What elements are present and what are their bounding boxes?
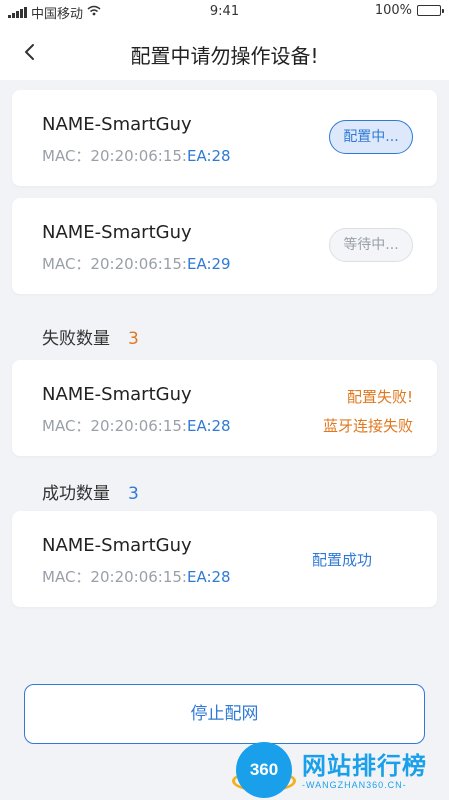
success-section-header: 成功数量 3 bbox=[42, 479, 139, 504]
watermark-logo: 360 bbox=[236, 742, 292, 798]
device-mac: MAC：20:20:06:15:EA:28 bbox=[42, 415, 231, 436]
device-mac: MAC：20:20:06:15:EA:29 bbox=[42, 253, 231, 274]
device-card-failed: NAME-SmartGuy MAC：20:20:06:15:EA:28 配置失败… bbox=[12, 360, 437, 456]
device-card-configuring: NAME-SmartGuy MAC：20:20:06:15:EA:28 配置中.… bbox=[12, 90, 437, 186]
device-name: NAME-SmartGuy bbox=[42, 535, 192, 556]
mac-prefix: 20:20:06:15: bbox=[90, 417, 187, 435]
watermark-subtitle: -WANGZHAN360.CN- bbox=[302, 780, 407, 790]
status-badge-configuring: 配置中... bbox=[329, 120, 413, 154]
device-mac: MAC：20:20:06:15:EA:28 bbox=[42, 145, 231, 166]
device-name: NAME-SmartGuy bbox=[42, 114, 192, 135]
device-mac: MAC：20:20:06:15:EA:28 bbox=[42, 566, 231, 587]
mac-label: MAC： bbox=[42, 147, 91, 165]
failed-label: 失败数量 bbox=[42, 329, 110, 349]
failed-section-header: 失败数量 3 bbox=[42, 324, 139, 349]
success-count: 3 bbox=[128, 484, 139, 504]
status-bar: 中国移动 9:41 100% bbox=[0, 0, 449, 24]
fail-status: 配置失败! bbox=[346, 388, 413, 406]
mac-suffix: EA:28 bbox=[186, 568, 231, 586]
mac-label: MAC： bbox=[42, 568, 91, 586]
mac-suffix: EA:28 bbox=[186, 147, 231, 165]
mac-suffix: EA:28 bbox=[186, 417, 231, 435]
mac-prefix: 20:20:06:15: bbox=[90, 255, 187, 273]
device-card-waiting: NAME-SmartGuy MAC：20:20:06:15:EA:29 等待中.… bbox=[12, 198, 437, 294]
stop-network-config-button[interactable]: 停止配网 bbox=[24, 684, 425, 744]
watermark: 360 网站排行榜 -WANGZHAN360.CN- bbox=[232, 740, 449, 800]
success-label: 成功数量 bbox=[42, 484, 110, 504]
status-right: 100% bbox=[374, 3, 444, 18]
status-badge-waiting: 等待中... bbox=[329, 228, 413, 262]
device-name: NAME-SmartGuy bbox=[42, 222, 192, 243]
success-status: 配置成功 bbox=[312, 551, 373, 569]
nav-bar: 配置中请勿操作设备! bbox=[0, 24, 449, 80]
battery-percent: 100% bbox=[374, 3, 412, 18]
mac-prefix: 20:20:06:15: bbox=[90, 568, 187, 586]
device-name: NAME-SmartGuy bbox=[42, 384, 192, 405]
mac-suffix: EA:29 bbox=[186, 255, 231, 273]
mac-label: MAC： bbox=[42, 255, 91, 273]
battery-icon bbox=[417, 5, 444, 16]
mac-prefix: 20:20:06:15: bbox=[90, 147, 187, 165]
page-title: 配置中请勿操作设备! bbox=[130, 44, 319, 68]
mac-label: MAC： bbox=[42, 417, 91, 435]
fail-reason: 蓝牙连接失败 bbox=[322, 417, 413, 435]
device-card-success: NAME-SmartGuy MAC：20:20:06:15:EA:28 配置成功 bbox=[12, 511, 437, 607]
watermark-title: 网站排行榜 bbox=[302, 752, 427, 780]
failed-count: 3 bbox=[128, 329, 139, 349]
